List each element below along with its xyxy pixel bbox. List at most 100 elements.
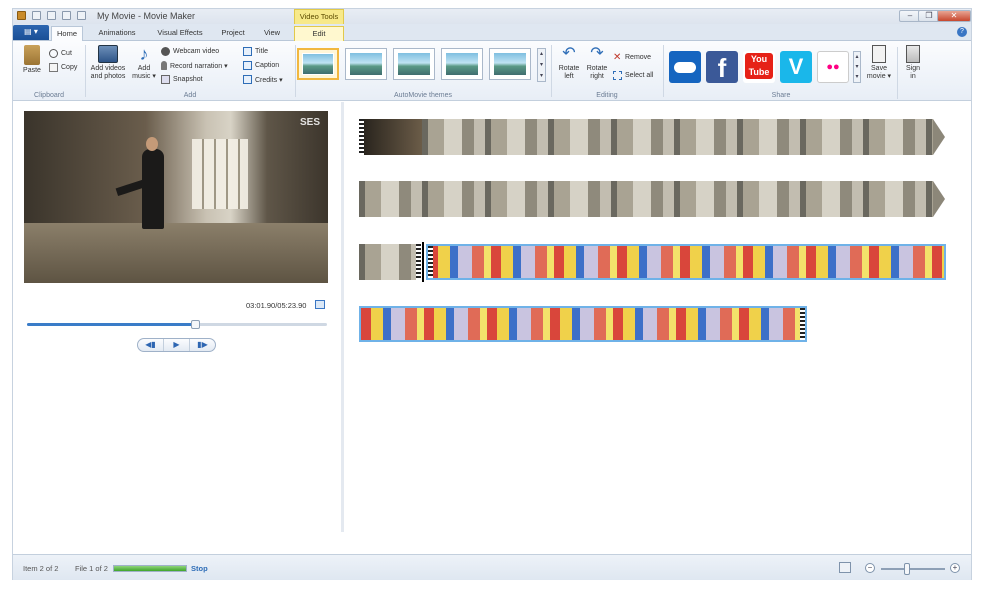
user-icon xyxy=(906,45,920,63)
editing-group-label: Editing xyxy=(596,92,618,99)
add-videos-label-2: and photos xyxy=(90,73,126,80)
tab-home[interactable]: Home xyxy=(51,26,83,41)
playback-controls: ◀▮ ▶ ▮▶ xyxy=(137,338,216,352)
save-icon[interactable] xyxy=(32,11,41,20)
theme-cinematic[interactable] xyxy=(489,48,531,80)
add-music-label-2: music ▾ xyxy=(132,73,156,80)
share-gallery-scroll[interactable]: ▴ ▾ ▾ xyxy=(853,51,861,83)
tab-view[interactable]: View xyxy=(255,26,289,41)
storyboard-clip-1-row-2[interactable] xyxy=(359,181,933,217)
pane-splitter[interactable] xyxy=(341,102,344,532)
preview-figure xyxy=(142,149,164,229)
undo-icon[interactable] xyxy=(47,11,56,20)
clipboard-group-label: Clipboard xyxy=(34,92,64,99)
fullscreen-preview-button[interactable] xyxy=(315,300,325,309)
themes-gallery-scroll[interactable]: ▴ ▾ ▾ xyxy=(537,48,546,82)
onedrive-button[interactable] xyxy=(669,51,701,83)
save-movie-button[interactable]: Save movie ▾ xyxy=(865,45,893,81)
webcam-video-button[interactable]: Webcam video xyxy=(161,47,219,56)
movie-maker-window: My Movie - Movie Maker Video Tools ‒ ❐ ✕… xyxy=(12,8,972,580)
add-music-button[interactable]: ♪ Add music ▾ xyxy=(131,45,157,81)
rotate-right-button[interactable]: ↷ Rotate right xyxy=(583,45,611,81)
sign-in-label-1: Sign xyxy=(905,65,920,72)
zoom-in-button[interactable]: + xyxy=(950,563,960,573)
storyboard-clip-2-row-4-selected[interactable] xyxy=(359,306,807,342)
film-photo-icon xyxy=(98,45,118,63)
quick-access-toolbar xyxy=(17,11,86,20)
file-menu-button[interactable]: ▤ ▾ xyxy=(13,25,49,40)
video-preview[interactable]: SES xyxy=(24,111,328,283)
thumbnail-size-icon[interactable] xyxy=(839,562,851,573)
playback-timecode: 03:01.90/05:23.90 xyxy=(246,301,307,310)
zoom-slider[interactable] xyxy=(881,563,945,575)
caption-label: Caption xyxy=(255,62,280,69)
caption-button[interactable]: Caption xyxy=(243,61,279,70)
rotate-left-label-2: left xyxy=(564,73,574,80)
theme-contemporary[interactable] xyxy=(345,48,387,80)
clip-1-first-frame xyxy=(364,119,422,155)
storyboard-clip-1-row-3[interactable] xyxy=(359,244,421,280)
customize-toolbar-icon[interactable] xyxy=(77,11,86,20)
seek-bar[interactable] xyxy=(27,320,327,329)
snapshot-label: Snapshot xyxy=(173,76,203,83)
record-narration-label: Record narration ▾ xyxy=(170,62,228,70)
record-narration-button[interactable]: Record narration ▾ xyxy=(161,61,228,70)
row-continue-arrow xyxy=(933,181,945,217)
theme-fade[interactable] xyxy=(393,48,435,80)
select-all-button[interactable]: Select all xyxy=(613,71,653,80)
group-divider xyxy=(551,45,552,97)
storyboard-clip-1-row-1[interactable] xyxy=(359,119,933,155)
tab-visual-effects[interactable]: Visual Effects xyxy=(149,26,211,41)
youtube-button[interactable]: You Tube xyxy=(743,51,775,83)
help-icon[interactable]: ? xyxy=(957,27,967,37)
snapshot-button[interactable]: Snapshot xyxy=(161,75,203,84)
next-frame-button[interactable]: ▮▶ xyxy=(190,339,215,351)
row-continue-arrow xyxy=(933,119,945,155)
zoom-thumb[interactable] xyxy=(903,563,910,575)
seek-thumb[interactable] xyxy=(191,320,200,329)
cut-button[interactable]: Cut xyxy=(49,49,72,58)
sign-in-button[interactable]: Sign in xyxy=(901,45,925,81)
group-divider xyxy=(295,45,296,97)
webcam-video-label: Webcam video xyxy=(173,48,220,55)
credits-label: Credits ▾ xyxy=(255,76,283,84)
theme-default[interactable] xyxy=(297,48,339,80)
credits-button[interactable]: Credits ▾ xyxy=(243,75,283,84)
stop-link[interactable]: Stop xyxy=(191,564,208,573)
add-videos-photos-button[interactable]: Add videos and photos xyxy=(87,45,129,81)
select-all-icon xyxy=(613,71,622,80)
storyboard-clip-2-row-3-selected[interactable] xyxy=(426,244,946,280)
close-button[interactable]: ✕ xyxy=(937,10,971,22)
zoom-out-button[interactable]: − xyxy=(865,563,875,573)
previous-frame-button[interactable]: ◀▮ xyxy=(138,339,164,351)
rotate-left-button[interactable]: ↶ Rotate left xyxy=(555,45,583,81)
work-area: SES 03:01.90/05:23.90 ◀▮ ▶ ▮▶ xyxy=(13,102,971,554)
app-menu-icon[interactable] xyxy=(17,11,26,20)
save-movie-label-2: movie ▾ xyxy=(866,73,892,80)
title-icon xyxy=(243,47,252,56)
paste-button[interactable]: Paste xyxy=(19,45,45,75)
copy-button[interactable]: Copy xyxy=(49,63,77,72)
tab-animations[interactable]: Animations xyxy=(87,26,147,41)
tab-edit[interactable]: Edit xyxy=(294,26,344,41)
remove-button[interactable]: ✕ Remove xyxy=(613,53,651,63)
caption-icon xyxy=(243,61,252,70)
title-button[interactable]: Title xyxy=(243,47,268,56)
group-divider xyxy=(897,47,898,99)
import-progress-fill xyxy=(114,566,186,571)
rotate-left-icon: ↶ xyxy=(562,45,576,62)
file-count: File 1 of 2 xyxy=(75,564,108,573)
ribbon: Paste Cut Copy Clipboard Add videos and … xyxy=(13,41,971,101)
import-progress-bar xyxy=(113,565,187,572)
cut-label: Cut xyxy=(61,50,72,57)
redo-icon[interactable] xyxy=(62,11,71,20)
paste-icon xyxy=(24,45,40,65)
tab-project[interactable]: Project xyxy=(213,26,253,41)
play-button[interactable]: ▶ xyxy=(164,339,190,351)
facebook-button[interactable]: f xyxy=(706,51,738,83)
theme-pan-and-zoom[interactable] xyxy=(441,48,483,80)
playhead[interactable] xyxy=(422,242,424,282)
vimeo-button[interactable]: V xyxy=(780,51,812,83)
flickr-button[interactable]: ●● xyxy=(817,51,849,83)
credits-icon xyxy=(243,75,252,84)
